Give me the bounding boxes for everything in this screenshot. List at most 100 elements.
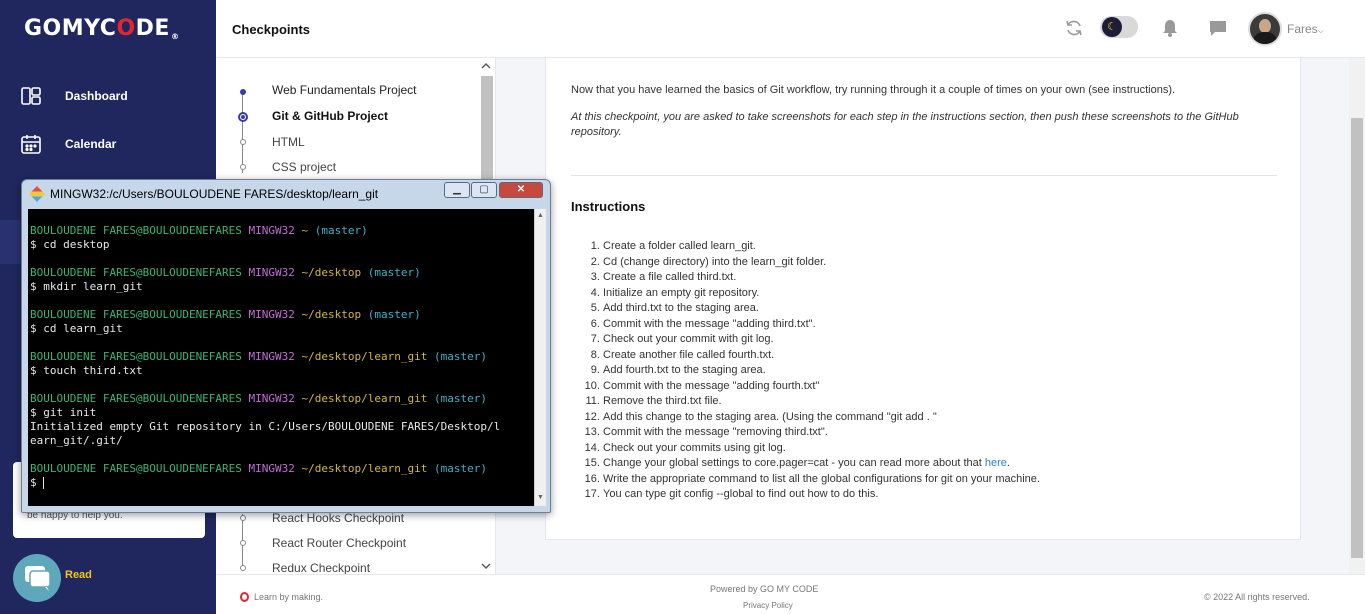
checkpoint-item-redux[interactable]: Redux Checkpoint (272, 561, 370, 575)
list-item: Commit with the message "removing third.… (603, 425, 1243, 441)
logo-text-suffix: DE (135, 16, 170, 41)
timeline-dot-pending (240, 565, 246, 571)
gomycode-mark-icon (240, 592, 249, 602)
list-item: Commit with the message "adding fourth.t… (603, 379, 1243, 395)
logo-registered-mark: ® (170, 32, 180, 41)
refresh-icon[interactable] (1064, 18, 1084, 38)
scroll-up-icon[interactable]: ▲ (537, 212, 544, 219)
chat-bubble-icon (25, 566, 51, 591)
terminal-prompt-line: BOULOUDENE FARES@BOULOUDENEFARES MINGW32… (30, 308, 533, 322)
footer: Learn by making. Powered by GO MY CODE P… (216, 574, 1365, 614)
user-avatar[interactable] (1248, 12, 1282, 46)
list-item: Cd (change directory) into the learn_git… (603, 255, 1243, 271)
terminal-branch: (master) (367, 308, 421, 321)
timeline-dot-pending (240, 139, 246, 145)
terminal-user-host: BOULOUDENE FARES@BOULOUDENEFARES (30, 308, 242, 321)
main-scrollbar[interactable] (1349, 58, 1365, 574)
terminal-shell: MINGW32 (248, 266, 295, 279)
privacy-policy-link[interactable]: Privacy Policy (743, 601, 793, 610)
terminal-prompt-line: BOULOUDENE FARES@BOULOUDENEFARES MINGW32… (30, 266, 533, 280)
terminal-shell: MINGW32 (248, 350, 295, 363)
terminal-prompt-line: BOULOUDENE FARES@BOULOUDENEFARES MINGW32… (30, 462, 533, 476)
timeline-dot-completed (240, 89, 246, 95)
terminal-prompt-line: BOULOUDENE FARES@BOULOUDENEFARES MINGW32… (30, 350, 533, 364)
chevron-down-icon: ⌵ (1317, 26, 1324, 35)
intro-instructions-text: At this checkpoint, you are asked to tak… (571, 111, 1239, 138)
read-label[interactable]: Read (65, 569, 92, 581)
terminal-user-host: BOULOUDENE FARES@BOULOUDENEFARES (30, 350, 242, 363)
list-item: Change your global settings to core.page… (603, 456, 1243, 472)
terminal-title: MINGW32:/c/Users/BOULOUDENE FARES/deskto… (50, 187, 379, 201)
bell-icon[interactable] (1160, 18, 1180, 38)
top-bar: Checkpoints ☾ Fares⌵ (216, 0, 1365, 58)
terminal-prompt-line: BOULOUDENE FARES@BOULOUDENEFARES MINGW32… (30, 392, 533, 406)
terminal-scrollbar[interactable]: ▲ ▼ (534, 209, 546, 506)
checkpoint-item-react-hooks[interactable]: React Hooks Checkpoint (272, 511, 404, 525)
timeline-line (242, 93, 243, 173)
terminal-output[interactable]: BOULOUDENE FARES@BOULOUDENEFARES MINGW32… (28, 209, 535, 506)
scroll-down-icon[interactable]: ▼ (537, 494, 544, 501)
dark-mode-toggle[interactable]: ☾ (1100, 16, 1138, 38)
terminal-branch: (master) (434, 350, 487, 363)
sidebar-item-calendar[interactable]: Calendar (0, 124, 216, 164)
sidebar-item-dashboard[interactable]: Dashboard (0, 76, 216, 116)
terminal-command: $ (30, 476, 45, 489)
list-item: Write the appropriate command to list al… (603, 472, 1243, 488)
copyright-text: © 2022 All rights reserved. (1204, 592, 1310, 602)
messages-icon[interactable] (1208, 18, 1228, 38)
terminal-command: $ cd learn_git (30, 322, 123, 335)
terminal-shell: MINGW32 (248, 224, 295, 237)
core-pager-link[interactable]: here (985, 457, 1007, 469)
terminal-user-host: BOULOUDENE FARES@BOULOUDENEFARES (30, 224, 242, 237)
terminal-path: ~/desktop/learn_git (301, 392, 428, 405)
user-name: Fares (1287, 22, 1318, 36)
terminal-path: ~/desktop/learn_git (301, 462, 428, 475)
sidebar-item-label: Calendar (65, 137, 117, 151)
list-item: Initialize an empty git repository. (603, 286, 1243, 302)
scrollbar-thumb[interactable] (1351, 118, 1363, 558)
git-bash-icon (29, 186, 45, 202)
terminal-prompt-line: BOULOUDENE FARES@BOULOUDENEFARES MINGW32… (30, 224, 533, 238)
chat-support-button[interactable] (13, 554, 61, 602)
terminal-command: $ git init (30, 406, 97, 419)
avatar-face (1259, 19, 1271, 33)
list-item: Check out your commit with git log. (603, 332, 1243, 348)
list-item: Check out your commits using git log. (603, 441, 1243, 457)
checkpoint-item-react-router[interactable]: React Router Checkpoint (272, 536, 406, 550)
list-item: Create another file called fourth.txt. (603, 348, 1243, 364)
scrollbar-thumb[interactable] (481, 76, 493, 196)
list-item: Create a file called third.txt. (603, 270, 1243, 286)
terminal-path: ~/desktop/learn_git (301, 350, 428, 363)
terminal-window[interactable]: MINGW32:/c/Users/BOULOUDENE FARES/deskto… (21, 179, 551, 513)
scroll-down-icon[interactable] (481, 562, 491, 570)
timeline-dot-pending (240, 515, 246, 521)
close-button[interactable]: ✕ (499, 182, 543, 198)
terminal-branch: (master) (434, 392, 487, 405)
checkpoint-item-css[interactable]: CSS project (272, 160, 336, 174)
user-menu[interactable]: Fares⌵ (1287, 22, 1324, 36)
checkpoint-item-web-fundamentals[interactable]: Web Fundamentals Project (272, 83, 417, 97)
maximize-button[interactable]: ▢ (471, 182, 497, 198)
checkpoint-content: Now that you have learned the basics of … (545, 58, 1301, 540)
terminal-cursor (43, 477, 45, 489)
list-item: Add fourth.txt to the staging area. (603, 363, 1243, 379)
checkpoint-item-html[interactable]: HTML (272, 135, 305, 149)
checkpoint-item-git-github[interactable]: Git & GitHub Project (272, 109, 388, 123)
terminal-branch: (master) (367, 266, 421, 279)
terminal-output-text: Initialized empty Git repository in C:/U… (30, 420, 501, 447)
list-item-suffix: . (1006, 457, 1010, 469)
terminal-shell: MINGW32 (248, 462, 295, 475)
moon-icon: ☾ (1102, 17, 1122, 37)
calendar-icon (21, 135, 41, 154)
logo-text-prefix: GOMYC (24, 16, 117, 41)
terminal-path: ~/desktop (301, 266, 362, 279)
dashboard-icon (21, 87, 41, 105)
timeline-dot-pending (240, 164, 246, 170)
terminal-command: $ touch third.txt (30, 364, 143, 377)
minimize-button[interactable]: ▁ (444, 182, 470, 198)
gomycode-logo[interactable]: GOMYCODE® (24, 16, 179, 41)
terminal-shell: MINGW32 (248, 308, 295, 321)
scroll-up-icon[interactable] (481, 62, 491, 70)
avatar-body (1253, 32, 1277, 44)
list-item: Add this change to the staging area. (Us… (603, 410, 1243, 426)
